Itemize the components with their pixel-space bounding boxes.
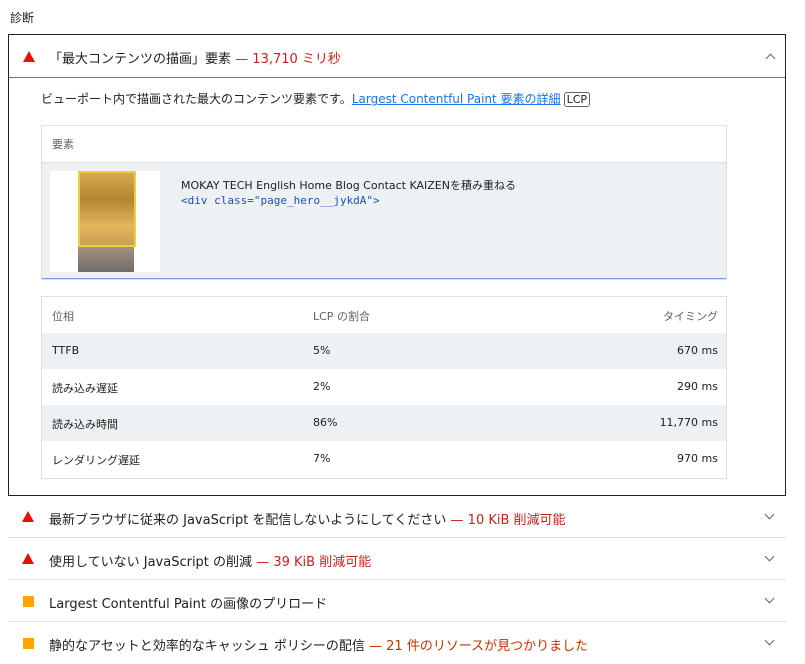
column-header-phase: 位相 [52,310,74,323]
audit-preload-lcp-image[interactable]: Largest Contentful Paint の画像のプリロード [8,580,786,622]
chevron-up-icon[interactable] [765,53,776,64]
audit-title-row: 静的なアセットと効率的なキャッシュ ポリシーの配信 — 21 件のリソースが見つ… [49,635,588,654]
phase-name: レンダリング遅延 [52,454,140,467]
phase-timing: 290 ms [677,380,718,393]
fail-triangle-icon [22,553,34,564]
phase-percent: 86% [313,416,338,429]
phase-percent: 2% [313,380,331,393]
description-text: ビューポート内で描画された最大のコンテンツ要素です。 [41,92,352,106]
chevron-down-icon[interactable] [764,635,775,646]
element-table: 要素 MOKAY TECH English Home Blog Contact … [41,125,727,280]
lcp-audit-description: ビューポート内で描画された最大のコンテンツ要素です。Largest Conten… [41,90,591,107]
table-row: TTFB 5% 670 ms [42,333,726,369]
lcp-element-audit: 「最大コンテンツの描画」要素 — 13,710 ミリ秒 ビューポート内で描画され… [8,34,786,496]
title-separator: — [235,52,249,67]
phase-name: 読み込み時間 [52,418,118,431]
phase-timing: 970 ms [677,452,718,465]
element-row[interactable]: MOKAY TECH English Home Blog Contact KAI… [42,163,726,279]
audit-display-value: 39 KiB 削減可能 [273,555,372,570]
element-highlight-box [78,171,136,247]
title-separator: — [369,639,383,654]
phase-timing: 670 ms [677,344,718,357]
audit-legacy-javascript[interactable]: 最新ブラウザに従来の JavaScript を配信しないようにしてください — … [8,496,786,538]
audit-title: 最新ブラウザに従来の JavaScript を配信しないようにしてください [49,513,447,528]
audit-title: 静的なアセットと効率的なキャッシュ ポリシーの配信 [49,639,365,654]
lcp-audit-title: 「最大コンテンツの描画」要素 [49,52,232,67]
phase-table-header: 位相 LCP の割合 タイミング [42,297,726,333]
audit-unused-javascript[interactable]: 使用していない JavaScript の削減 — 39 KiB 削減可能 [8,538,786,580]
phase-timing: 11,770 ms [659,416,718,429]
chevron-down-icon[interactable] [764,551,775,562]
node-label: MOKAY TECH English Home Blog Contact KAI… [181,179,516,192]
audit-title-row: 最新ブラウザに従来の JavaScript を配信しないようにしてください — … [49,509,566,528]
audit-title-row: 使用していない JavaScript の削減 — 39 KiB 削減可能 [49,551,371,570]
chevron-down-icon[interactable] [764,509,775,520]
audit-title: 使用していない JavaScript の削減 [49,555,253,570]
element-screenshot-thumbnail [50,171,160,272]
lcp-audit-header[interactable]: 「最大コンテンツの描画」要素 — 13,710 ミリ秒 [9,35,785,78]
audit-display-value: 10 KiB 削減可能 [467,513,566,528]
audit-display-value: 21 件のリソースが見つかりました [386,639,589,654]
average-square-icon [23,596,34,607]
lcp-tag-badge: LCP [563,92,591,107]
phase-name: TTFB [52,344,80,357]
fail-triangle-icon [22,511,34,522]
fail-triangle-icon [23,51,35,62]
audit-title: Largest Contentful Paint の画像のプリロード [49,597,328,612]
table-row: 読み込み遅延 2% 290 ms [42,369,726,405]
phase-percent: 7% [313,452,331,465]
phase-percent: 5% [313,344,331,357]
diagnostics-section-title: 診断 [10,11,35,25]
title-separator: — [450,513,464,528]
lcp-display-value: 13,710 ミリ秒 [252,52,341,67]
learn-more-link[interactable]: Largest Contentful Paint 要素の詳細 [352,92,561,106]
table-row: 読み込み時間 86% 11,770 ms [42,405,726,441]
element-table-header: 要素 [42,126,726,163]
table-row: レンダリング遅延 7% 970 ms [42,441,726,477]
column-header-timing: タイミング [663,310,718,323]
node-snippet: <div class="page_hero__jykdA"> [181,194,380,207]
audit-title-row: Largest Contentful Paint の画像のプリロード [49,593,327,612]
title-separator: — [256,555,270,570]
lcp-audit-title-row: 「最大コンテンツの描画」要素 — 13,710 ミリ秒 [49,48,341,67]
chevron-down-icon[interactable] [764,593,775,604]
phase-table: 位相 LCP の割合 タイミング TTFB 5% 670 ms 読み込み遅延 2… [41,296,727,479]
phase-name: 読み込み遅延 [52,382,118,395]
audit-cache-policy[interactable]: 静的なアセットと効率的なキャッシュ ポリシーの配信 — 21 件のリソースが見つ… [8,622,786,664]
average-square-icon [23,638,34,649]
column-header-percent: LCP の割合 [313,310,370,323]
